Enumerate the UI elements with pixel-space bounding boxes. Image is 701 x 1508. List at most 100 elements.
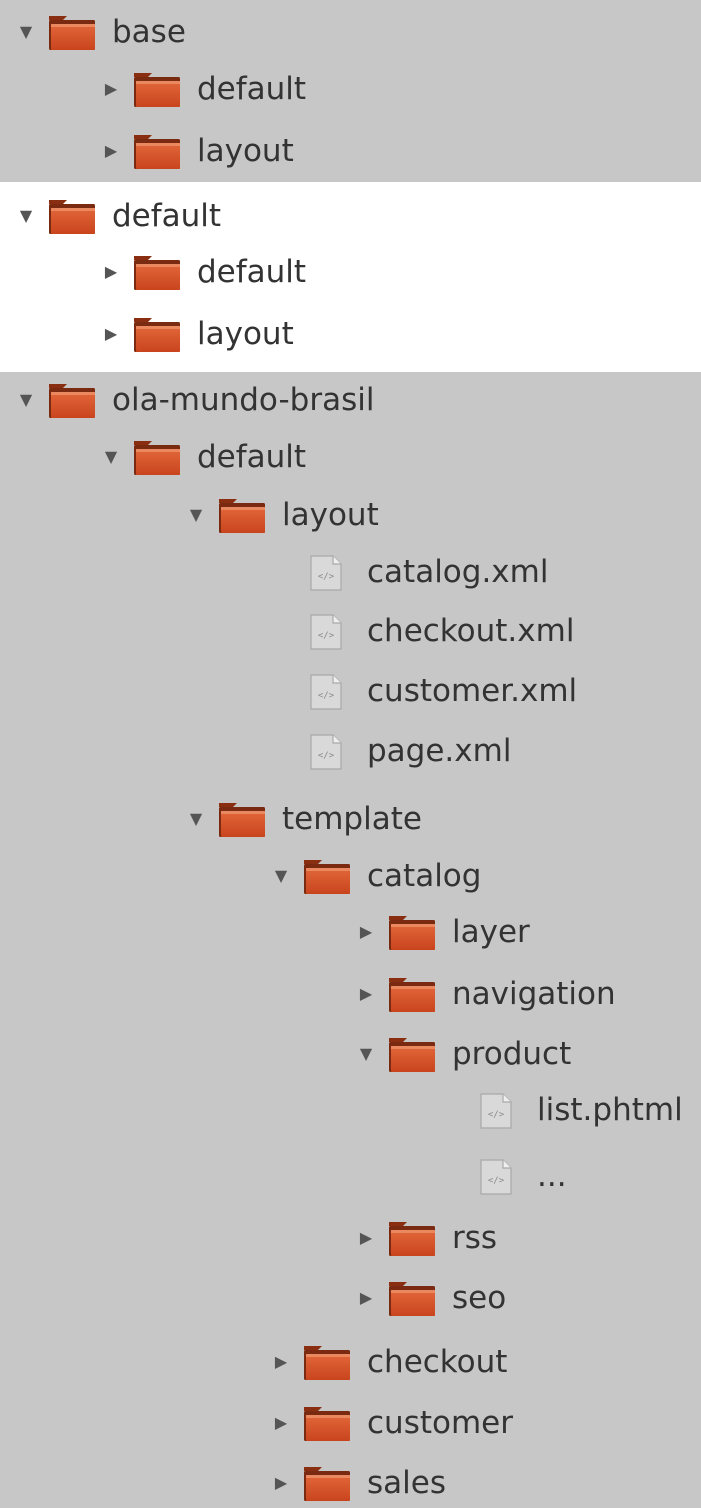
tree-item-label: list.phtml [537,1092,683,1128]
tree-item-label: catalog.xml [367,554,549,590]
folder-icon [133,134,181,170]
folder-icon [48,199,96,235]
expand-arrow-right-icon[interactable]: ▶ [357,969,375,1019]
tree-folder-row[interactable]: ▶ customer [0,1398,701,1448]
tree-file-row[interactable]: </> customer.xml [0,666,701,716]
tree-folder-row[interactable]: ▼ product [0,1029,701,1079]
xml-file-icon: </> [303,734,351,770]
tree-item-label: checkout [367,1344,508,1380]
tree-folder-row[interactable]: ▶ default [0,64,701,114]
tree-folder-row[interactable]: ▼ layout [0,490,701,540]
tree-folder-row[interactable]: ▼ ola-mundo-brasil [0,375,701,425]
tree-folder-row[interactable]: ▶ layer [0,907,701,957]
file-tree: ▼ base ▶ default ▶ layout ▼ default ▶ de… [0,0,701,1503]
tree-item-label: navigation [452,976,616,1012]
tree-file-row[interactable]: </> ... [0,1151,701,1201]
tree-item-label: rss [452,1220,498,1256]
tree-folder-row[interactable]: ▶ default [0,247,701,297]
tree-folder-row[interactable]: ▶ layout [0,309,701,359]
folder-icon [218,498,266,534]
tree-file-row[interactable]: </> checkout.xml [0,606,701,656]
xml-file-icon: </> [473,1093,521,1129]
expand-arrow-right-icon[interactable]: ▶ [102,126,120,176]
folder-icon [218,802,266,838]
svg-text:</>: </> [318,572,335,582]
tree-item-label: template [282,801,422,837]
tree-item-label: customer [367,1405,513,1441]
tree-item-label: product [452,1036,572,1072]
xml-file-icon: </> [303,674,351,710]
tree-item-label: layout [197,316,294,352]
folder-icon [303,1466,351,1502]
expand-arrow-right-icon[interactable]: ▶ [357,907,375,957]
expand-arrow-down-icon[interactable]: ▼ [102,432,120,482]
folder-icon [303,859,351,895]
tree-item-label: default [197,254,307,290]
tree-file-row[interactable]: </> catalog.xml [0,547,701,597]
tree-folder-row[interactable]: ▼ template [0,794,701,844]
expand-arrow-right-icon[interactable]: ▶ [102,309,120,359]
tree-item-label: checkout.xml [367,613,575,649]
tree-item-label: customer.xml [367,673,578,709]
tree-item-label: base [112,14,186,50]
svg-text:</>: </> [488,1176,505,1186]
tree-file-row[interactable]: </> page.xml [0,726,701,776]
folder-icon [303,1345,351,1381]
tree-folder-row[interactable]: ▼ catalog [0,851,701,901]
expand-arrow-right-icon[interactable]: ▶ [272,1398,290,1448]
tree-folder-row[interactable]: ▼ default [0,191,701,241]
expand-arrow-right-icon[interactable]: ▶ [357,1213,375,1263]
tree-item-label: catalog [367,858,482,894]
expand-arrow-right-icon[interactable]: ▶ [272,1337,290,1387]
tree-item-label: default [112,198,222,234]
tree-item-label: default [197,71,307,107]
xml-file-icon: </> [303,614,351,650]
folder-icon [133,317,181,353]
folder-icon [388,1281,436,1317]
xml-file-icon: </> [303,555,351,591]
tree-item-label: page.xml [367,733,512,769]
folder-icon [388,977,436,1013]
tree-item-label: layer [452,914,530,950]
folder-icon [303,1406,351,1442]
folder-icon [388,1221,436,1257]
tree-folder-row[interactable]: ▶ layout [0,126,701,176]
expand-arrow-down-icon[interactable]: ▼ [272,851,290,901]
svg-text:</>: </> [318,751,335,761]
tree-file-row[interactable]: </> list.phtml [0,1085,701,1135]
expand-arrow-right-icon[interactable]: ▶ [357,1273,375,1323]
tree-folder-row[interactable]: ▶ rss [0,1213,701,1263]
tree-item-label: layout [197,133,294,169]
tree-folder-row[interactable]: ▶ checkout [0,1337,701,1387]
tree-item-label: default [197,439,307,475]
expand-arrow-down-icon[interactable]: ▼ [187,490,205,540]
tree-folder-row[interactable]: ▼ default [0,432,701,482]
tree-item-label: ola-mundo-brasil [112,382,375,418]
tree-item-label: sales [367,1465,446,1501]
expand-arrow-down-icon[interactable]: ▼ [187,794,205,844]
folder-icon [133,72,181,108]
tree-folder-row[interactable]: ▶ seo [0,1273,701,1323]
folder-icon [133,440,181,476]
expand-arrow-down-icon[interactable]: ▼ [17,375,35,425]
expand-arrow-down-icon[interactable]: ▼ [17,191,35,241]
tree-item-label: layout [282,497,379,533]
tree-folder-row[interactable]: ▼ base [0,7,701,57]
expand-arrow-right-icon[interactable]: ▶ [272,1458,290,1508]
tree-item-label: seo [452,1280,507,1316]
svg-text:</>: </> [318,691,335,701]
folder-icon [48,15,96,51]
folder-icon [388,915,436,951]
expand-arrow-right-icon[interactable]: ▶ [102,64,120,114]
expand-arrow-right-icon[interactable]: ▶ [102,247,120,297]
svg-text:</>: </> [488,1110,505,1120]
xml-file-icon: </> [473,1159,521,1195]
expand-arrow-down-icon[interactable]: ▼ [357,1029,375,1079]
tree-folder-row[interactable]: ▶ sales [0,1458,701,1508]
folder-icon [133,255,181,291]
folder-icon [388,1037,436,1073]
svg-text:</>: </> [318,631,335,641]
tree-folder-row[interactable]: ▶ navigation [0,969,701,1019]
expand-arrow-down-icon[interactable]: ▼ [17,7,35,57]
folder-icon [48,383,96,419]
